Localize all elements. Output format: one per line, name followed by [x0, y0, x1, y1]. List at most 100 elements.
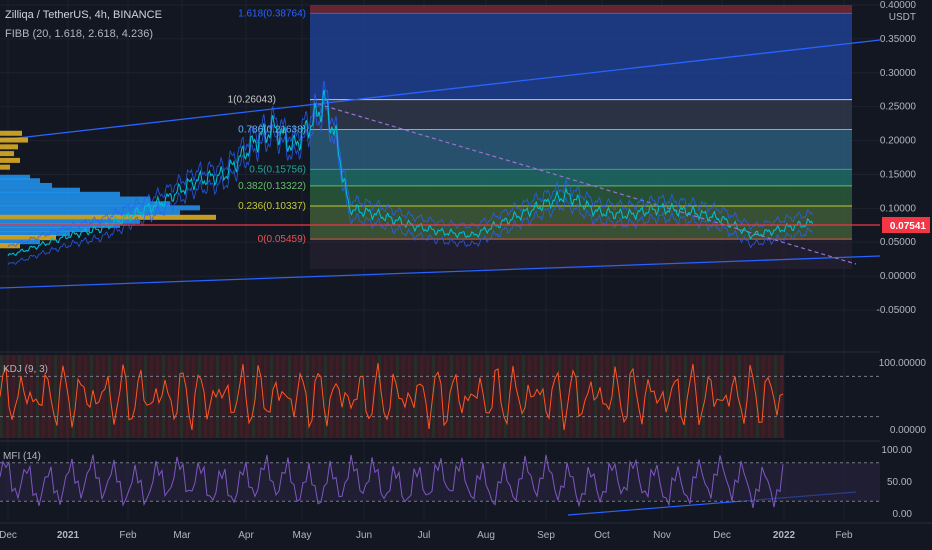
kdj-stripe — [438, 355, 441, 438]
kdj-stripe — [702, 355, 705, 438]
fib-zone-3 — [310, 169, 852, 186]
time-axis[interactable]: Dec 2021 Feb Mar Apr May Jun Jul Aug Sep Oct Nov Dec… — [0, 522, 932, 541]
volume-profile-bar-3 — [0, 151, 14, 157]
kdj-stripe — [144, 355, 147, 438]
kdj-stripe — [174, 355, 177, 438]
fib-zone-2 — [310, 129, 852, 170]
kdj-stripe — [402, 355, 405, 438]
price-tick-8: 0.00000 — [880, 271, 917, 282]
price-axis[interactable]: 0.40000 0.35000 0.30000 0.25000 0.20000 0.150… — [877, 0, 932, 550]
time-tick-13: 2022 — [773, 530, 796, 541]
price-tick-5: 0.15000 — [880, 169, 917, 180]
time-tick-12: Dec — [713, 530, 731, 541]
kdj-stripe — [606, 355, 609, 438]
time-tick-7: Jul — [418, 530, 431, 541]
volume-profile-bar-11 — [0, 196, 150, 202]
kdj-stripe — [480, 355, 483, 438]
kdj-stripe — [96, 355, 99, 438]
kdj-stripe — [114, 355, 117, 438]
price-tick-3: 0.25000 — [880, 102, 917, 113]
price-tick-7: 0.05000 — [880, 237, 917, 248]
kdj-stripe — [774, 355, 777, 438]
kdj-stripe — [720, 355, 723, 438]
kdj-stripe — [180, 355, 183, 438]
kdj-stripe — [486, 355, 489, 438]
kdj-stripe — [78, 355, 81, 438]
volume-profile-bar-8 — [0, 182, 52, 188]
indicator-panes — [0, 351, 932, 508]
kdj-stripe — [444, 355, 447, 438]
kdj-stripe — [102, 355, 105, 438]
volume-profile-bar-4 — [0, 157, 20, 163]
kdj-stripe — [648, 355, 651, 438]
kdj-stripe — [594, 355, 597, 438]
kdj-stripe — [420, 355, 423, 438]
fibonacci-retracement[interactable] — [310, 5, 852, 270]
kdj-stripe — [198, 355, 201, 438]
volume-profile-bar-7 — [0, 178, 40, 184]
kdj-stripe — [732, 355, 735, 438]
chart-canvas[interactable]: 1.618(0.38764) 1(0.26043) 0.786(0.21638) 0.… — [0, 0, 932, 550]
kdj-stripe — [504, 355, 507, 438]
kdj-stripe — [522, 355, 525, 438]
kdj-stripe — [318, 355, 321, 438]
kdj-stripe — [336, 355, 339, 438]
kdj-stripe — [588, 355, 591, 438]
price-tick-1: 0.35000 — [880, 34, 917, 45]
price-tick-9: -0.05000 — [877, 305, 917, 316]
kdj-stripe — [546, 355, 549, 438]
price-tick-0: 0.40000 — [880, 0, 917, 11]
kdj-stripe — [150, 355, 153, 438]
time-tick-4: Apr — [238, 530, 254, 541]
volume-profile-bar-0 — [0, 130, 22, 136]
time-tick-6: Jun — [356, 530, 372, 541]
fibonacci-labels: 1.618(0.38764) 1(0.26043) 0.786(0.21638) 0.… — [228, 8, 306, 245]
kdj-stripe — [246, 355, 249, 438]
time-tick-5: May — [293, 530, 312, 541]
kdj-stripe — [384, 355, 387, 438]
kdj-stripe — [540, 355, 543, 438]
kdj-stripe — [744, 355, 747, 438]
kdj-stripe — [768, 355, 771, 438]
time-tick-8: Aug — [477, 530, 495, 541]
mfi-tick-0: 100.00 — [881, 445, 912, 456]
price-tick-6: 0.10000 — [880, 203, 917, 214]
time-tick-0: Dec — [0, 530, 17, 541]
kdj-stripe — [450, 355, 453, 438]
kdj-stripe — [234, 355, 237, 438]
kdj-stripe — [288, 355, 291, 438]
kdj-stripe — [282, 355, 285, 438]
fib-zone-4 — [310, 185, 852, 207]
indicator-title: FIBB (20, 1.618, 2.618, 4.236) — [5, 28, 153, 40]
kdj-stripe — [132, 355, 135, 438]
volume-profile-bar-2 — [0, 144, 18, 150]
symbol-title: Zilliqa / TetherUS, 4h, BINANCE — [5, 9, 162, 21]
price-tick-4: 0.20000 — [880, 136, 917, 147]
kdj-stripe — [162, 355, 165, 438]
kdj-stripe — [138, 355, 141, 438]
kdj-stripe — [708, 355, 711, 438]
fib-zone-0 — [310, 13, 852, 100]
time-tick-14: Feb — [835, 530, 853, 541]
fib-label-6: 0(0.05459) — [258, 234, 306, 245]
kdj-stripe — [630, 355, 633, 438]
price-tick-2: 0.30000 — [880, 68, 917, 79]
kdj-stripe — [360, 355, 363, 438]
kdj-stripe — [264, 355, 267, 438]
fib-label-1: 1(0.26043) — [228, 95, 276, 106]
fib-zone-1 — [310, 99, 852, 130]
kdj-stripe — [366, 355, 369, 438]
time-tick-11: Nov — [653, 530, 671, 541]
fib-label-4: 0.382(0.13322) — [238, 181, 306, 192]
time-tick-9: Sep — [537, 530, 555, 541]
kdj-tick-0: 100.00000 — [879, 358, 927, 369]
volume-profile-bar-1 — [0, 137, 28, 143]
fib-zone-top — [310, 5, 852, 14]
volume-profile-bar-5 — [0, 164, 10, 170]
time-tick-1: 2021 — [57, 530, 80, 541]
kdj-stripe — [552, 355, 555, 438]
kdj-stripe — [570, 355, 573, 438]
volume-profile-bar-14 — [0, 210, 180, 216]
kdj-stripe — [666, 355, 669, 438]
last-price-value: 0.07541 — [890, 221, 927, 232]
